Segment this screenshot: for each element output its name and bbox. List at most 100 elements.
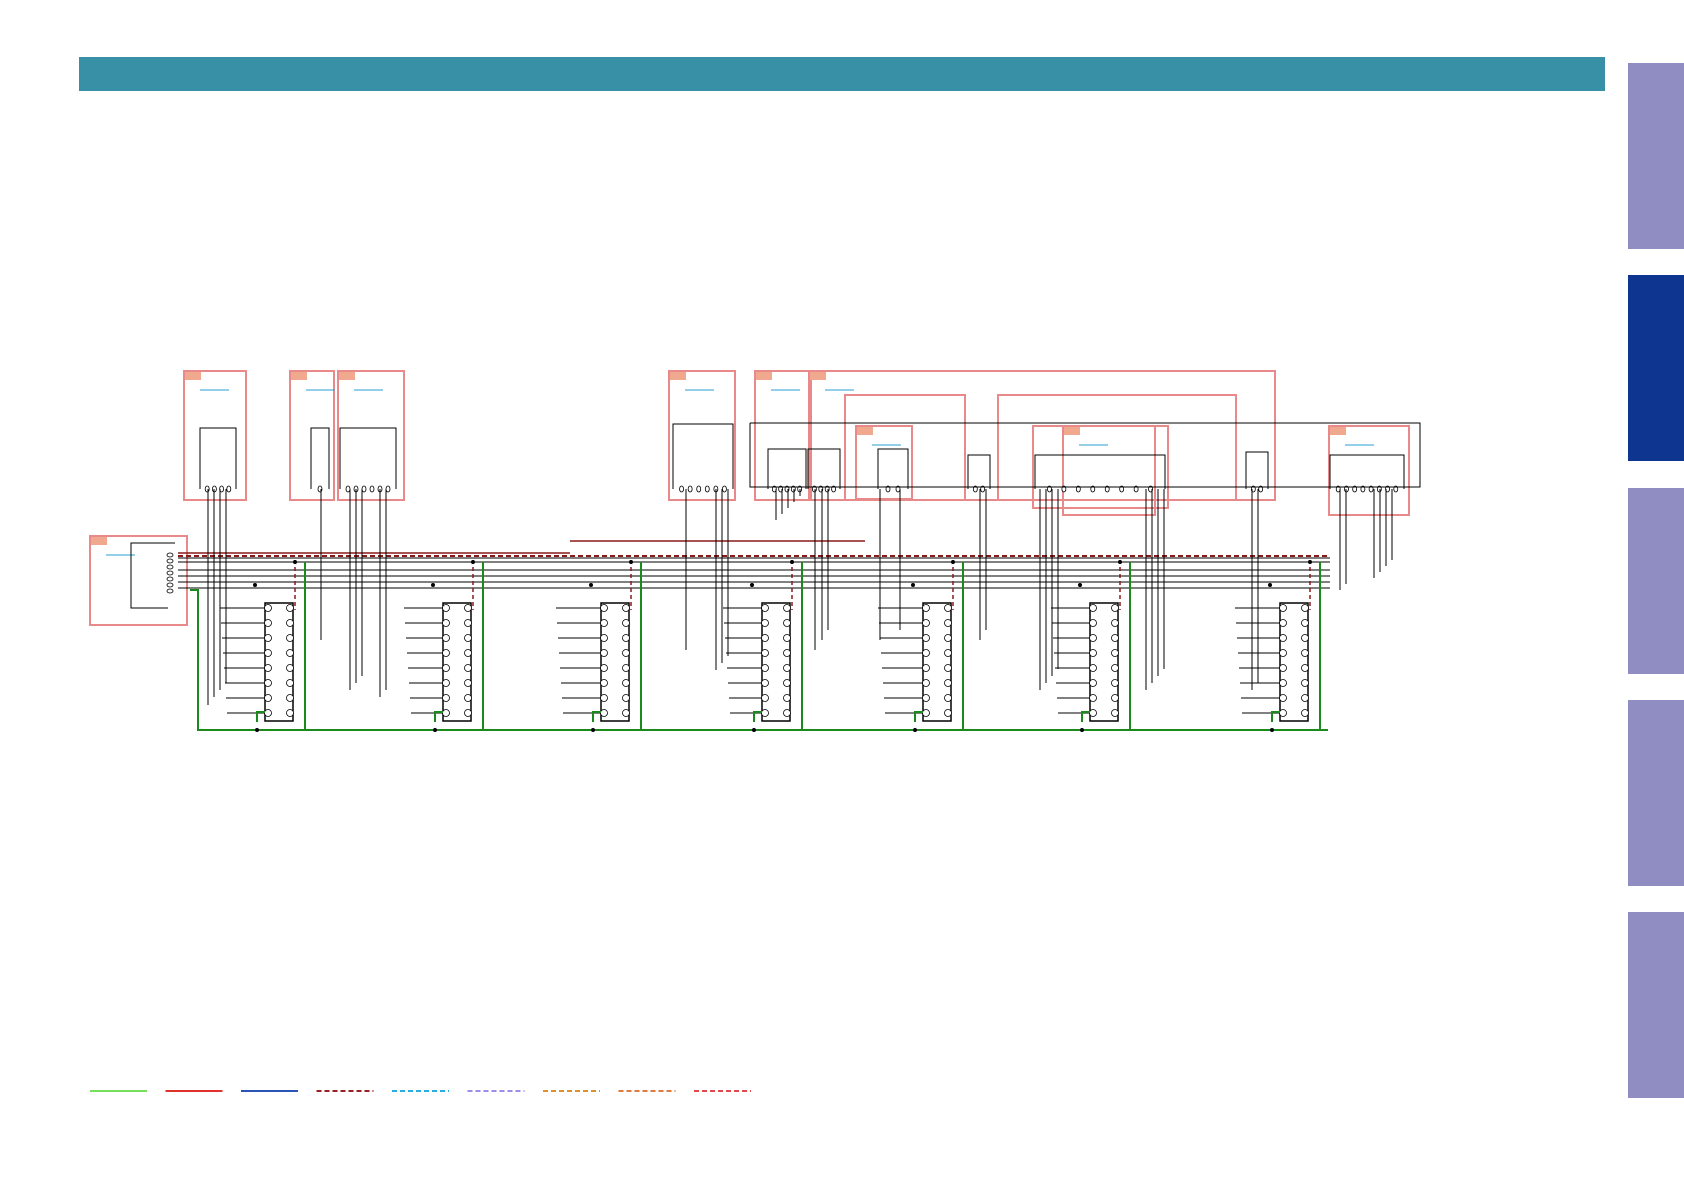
ic-pin <box>1301 619 1309 627</box>
ic-pin <box>286 694 294 702</box>
connector-pin <box>696 485 702 493</box>
connector-pin <box>226 485 232 493</box>
ic-pin <box>922 679 930 687</box>
ic-pin <box>922 649 930 657</box>
ic-pin <box>761 604 769 612</box>
ic-pin <box>1111 604 1119 612</box>
controller-pin <box>166 582 174 588</box>
ic-pin <box>944 694 952 702</box>
connector-block <box>855 425 913 500</box>
ic-pin <box>761 679 769 687</box>
ic-pin <box>783 604 791 612</box>
ic-pin <box>600 664 608 672</box>
block-tag <box>857 427 873 435</box>
ic-pin <box>1089 694 1097 702</box>
ic-pin <box>622 619 630 627</box>
ic-pin <box>1111 664 1119 672</box>
ic-pin <box>1089 604 1097 612</box>
controller-pin <box>166 552 174 558</box>
block-tag <box>339 372 355 380</box>
ic-pin <box>264 634 272 642</box>
ic-pin <box>286 709 294 717</box>
ic-pin <box>442 709 450 717</box>
ic-pin <box>1279 709 1287 717</box>
ic-pin <box>783 619 791 627</box>
ic-pin <box>622 679 630 687</box>
connector-pin <box>722 485 727 493</box>
junction-dot <box>951 560 955 564</box>
ic-pin <box>622 664 630 672</box>
junction-dot <box>433 728 437 732</box>
ic-pin <box>922 694 930 702</box>
ic-pin <box>944 709 952 717</box>
ic-pin <box>286 649 294 657</box>
ic-pin <box>1111 619 1119 627</box>
connector-block <box>1062 425 1156 516</box>
ic-pin <box>783 679 791 687</box>
ic-pin <box>1279 604 1287 612</box>
ic-pin <box>783 634 791 642</box>
ic-pin <box>783 709 791 717</box>
ic-pin <box>442 604 450 612</box>
ic-pin <box>600 649 608 657</box>
ic-pin <box>761 664 769 672</box>
ic-chips <box>220 560 1321 732</box>
controller-pin <box>166 570 174 576</box>
ic-pin <box>1301 634 1309 642</box>
ic-pin <box>783 649 791 657</box>
ic-pin <box>1111 679 1119 687</box>
ic-pin <box>464 634 472 642</box>
ic-pin <box>1279 649 1287 657</box>
junction-dot <box>1118 560 1122 564</box>
ic-pin <box>1279 619 1287 627</box>
ic-pin <box>1089 679 1097 687</box>
ic-pin <box>600 604 608 612</box>
ic-pin <box>464 604 472 612</box>
connector-pin <box>345 485 351 493</box>
connector-outline <box>339 427 397 489</box>
ic-pin <box>761 634 769 642</box>
block-tag <box>91 537 107 545</box>
ic-pin <box>761 619 769 627</box>
wiring-diagram <box>89 370 1421 1092</box>
ic-pin <box>922 664 930 672</box>
junction-dot <box>589 583 593 587</box>
ic-pin <box>464 679 472 687</box>
ic-pin <box>464 649 472 657</box>
ic-pin <box>1301 664 1309 672</box>
ic-pin <box>1089 634 1097 642</box>
connector-outline <box>1245 451 1269 489</box>
ic-pin <box>1089 664 1097 672</box>
ic-pin <box>622 604 630 612</box>
ic-pin <box>922 604 930 612</box>
block-tag <box>1330 427 1346 435</box>
ic-pin <box>622 649 630 657</box>
ic-pin <box>1111 694 1119 702</box>
ic-pin <box>622 694 630 702</box>
ic-pin <box>286 634 294 642</box>
ic-pin <box>622 709 630 717</box>
connector-outline <box>767 448 807 489</box>
ic-pin <box>783 664 791 672</box>
connector-outline <box>672 423 734 489</box>
connector-outline <box>967 454 991 489</box>
connector-pin <box>385 485 391 493</box>
ic-pin <box>922 709 930 717</box>
ic-pin <box>1089 619 1097 627</box>
ic-pin <box>264 694 272 702</box>
ic-pin <box>464 664 472 672</box>
ic-pin <box>264 649 272 657</box>
ic-pin <box>944 604 952 612</box>
junction-dot <box>750 583 754 587</box>
junction-dot <box>293 560 297 564</box>
block-tag <box>670 372 686 380</box>
ic-pin <box>1301 604 1309 612</box>
ic-pin <box>944 634 952 642</box>
ic-pin <box>264 604 272 612</box>
connector-outline <box>310 427 330 489</box>
ic-pin <box>286 679 294 687</box>
controller-pin <box>166 588 174 594</box>
ic-pin <box>600 634 608 642</box>
ic-pin <box>1279 694 1287 702</box>
junction-dot <box>1270 728 1274 732</box>
